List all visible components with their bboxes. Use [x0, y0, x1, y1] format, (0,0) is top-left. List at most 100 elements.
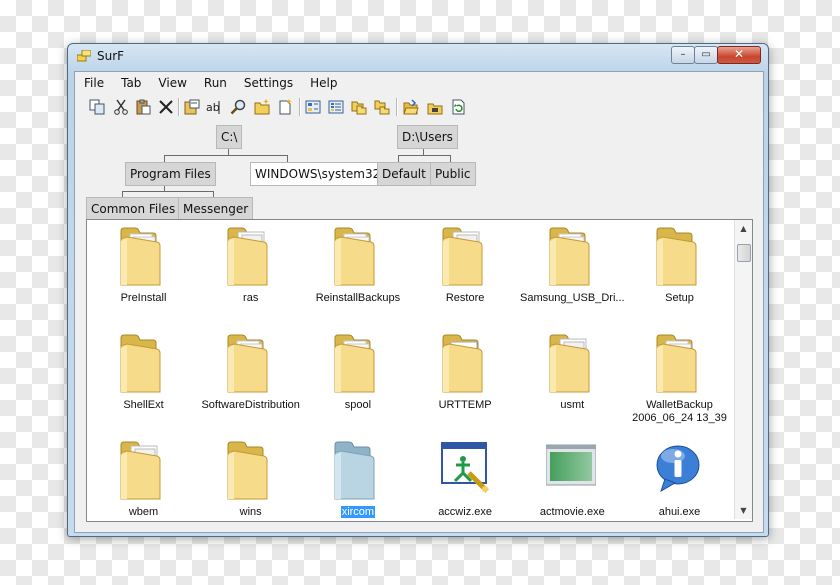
large-icons-icon[interactable]: [351, 99, 367, 115]
file-name: actmovie.exe: [539, 506, 605, 518]
paste-icon[interactable]: [135, 99, 151, 115]
vertical-scrollbar[interactable]: ▲ ▼: [734, 220, 752, 519]
file-item[interactable]: PreInstall: [90, 225, 197, 331]
folder-white-docs-icon: [442, 227, 483, 286]
menu-view[interactable]: View: [149, 72, 194, 94]
accessibility-wizard-icon: [440, 442, 489, 493]
refresh-icon[interactable]: [450, 99, 466, 115]
menu-help[interactable]: Help: [301, 72, 345, 94]
properties-icon[interactable]: [184, 99, 200, 115]
tree-connector: [398, 155, 399, 162]
toolbar: ab: [75, 95, 763, 119]
scroll-up-button[interactable]: ▲: [735, 220, 752, 237]
file-item[interactable]: wins: [197, 439, 304, 521]
maximize-button[interactable]: ▭: [694, 46, 718, 64]
file-item[interactable]: WalletBackup 2006_06_24 13_39: [626, 332, 733, 438]
menu-run[interactable]: Run: [195, 72, 235, 94]
toolbar-separator: [299, 98, 301, 116]
dir-public[interactable]: Public: [430, 162, 476, 186]
client-area: File Tab View Run Settings Help ab C:\ D…: [74, 71, 764, 533]
file-item[interactable]: URTTEMP: [412, 332, 519, 438]
copy-icon[interactable]: [89, 99, 105, 115]
app-icon: [77, 50, 91, 62]
surf-window: SurF – ▭ ✕ File Tab View Run Settings He…: [67, 43, 769, 537]
folder-docs-icon: [227, 334, 268, 393]
file-name: Setup: [665, 292, 694, 304]
file-name: Restore: [445, 292, 485, 304]
delete-icon[interactable]: [158, 99, 174, 115]
folder-white-docs-icon: [549, 334, 590, 393]
dir-default[interactable]: Default: [377, 162, 431, 186]
file-list[interactable]: PreInstall ras ReinstallBackups Restore Sams…: [86, 219, 753, 522]
folder-icon: [120, 334, 161, 393]
folder-icon: [227, 441, 268, 500]
file-item[interactable]: actmovie.exe: [519, 439, 626, 521]
new-folder-icon[interactable]: [254, 99, 270, 115]
file-item[interactable]: SoftwareDistribution: [197, 332, 304, 438]
file-name: spool: [344, 399, 372, 411]
file-name: SoftwareDistribution: [201, 399, 300, 411]
toolbar-separator: [178, 98, 180, 116]
small-icons-icon[interactable]: [374, 99, 390, 115]
dir-c-root[interactable]: C:\: [216, 125, 243, 149]
file-name: ReinstallBackups: [315, 292, 401, 304]
tile-view-icon[interactable]: [305, 99, 321, 115]
file-item[interactable]: accwiz.exe: [412, 439, 519, 521]
file-item[interactable]: ShellExt: [90, 332, 197, 438]
dir-d-users[interactable]: D:\Users: [397, 125, 458, 149]
minimize-button[interactable]: –: [671, 46, 695, 64]
file-item[interactable]: ahui.exe: [626, 439, 733, 521]
file-name: accwiz.exe: [438, 506, 492, 518]
folder-docs-icon: [656, 334, 697, 393]
folder-blue-icon: [334, 441, 375, 500]
folder-up-icon[interactable]: [427, 99, 443, 115]
file-name: ShellExt: [123, 399, 164, 411]
file-item[interactable]: Setup: [626, 225, 733, 331]
file-item[interactable]: xircom: [304, 439, 411, 521]
title-bar[interactable]: SurF – ▭ ✕: [68, 44, 768, 68]
dir-common-files[interactable]: Common Files: [86, 197, 181, 221]
file-name: Samsung_USB_Dri...: [520, 292, 625, 304]
dir-messenger[interactable]: Messenger: [178, 197, 254, 221]
file-item[interactable]: wbem: [90, 439, 197, 521]
file-item[interactable]: usmt: [519, 332, 626, 438]
new-file-icon[interactable]: [277, 99, 293, 115]
dir-program-files[interactable]: Program Files: [125, 162, 216, 186]
menu-tab[interactable]: Tab: [112, 72, 149, 94]
folder-docs-icon: [120, 227, 161, 286]
tree-connector: [287, 155, 288, 162]
search-icon[interactable]: [230, 99, 246, 115]
scroll-thumb[interactable]: [737, 244, 751, 262]
open-folder-icon[interactable]: [403, 99, 419, 115]
scroll-down-button[interactable]: ▼: [735, 502, 752, 519]
rename-icon[interactable]: ab: [206, 99, 222, 115]
menu-file[interactable]: File: [75, 72, 112, 94]
file-item[interactable]: ReinstallBackups: [304, 225, 411, 331]
file-name: usmt: [560, 399, 585, 411]
folder-icon: [656, 227, 697, 286]
file-name: URTTEMP: [438, 399, 492, 411]
svg-text:ab: ab: [206, 101, 220, 114]
file-name: wbem: [128, 506, 159, 518]
file-name: PreInstall: [120, 292, 167, 304]
file-item[interactable]: Samsung_USB_Dri...: [519, 225, 626, 331]
tree-connector: [450, 155, 451, 162]
folder-white-docs-icon: [120, 441, 161, 500]
file-name: ahui.exe: [658, 506, 701, 518]
tree-connector: [398, 155, 450, 156]
toolbar-separator: [396, 98, 398, 116]
cut-icon[interactable]: [113, 99, 129, 115]
file-item[interactable]: ras: [197, 225, 304, 331]
tree-connector: [164, 155, 165, 162]
activemovie-window-icon: [545, 444, 596, 486]
close-button[interactable]: ✕: [717, 46, 761, 64]
list-view-icon[interactable]: [328, 99, 344, 115]
dir-windows-system32[interactable]: WINDOWS\system32: [250, 162, 386, 186]
file-name: ras: [243, 292, 259, 304]
tree-connector: [164, 155, 287, 156]
folder-white-docs-icon: [227, 227, 268, 286]
file-item[interactable]: Restore: [412, 225, 519, 331]
file-item[interactable]: spool: [304, 332, 411, 438]
menu-settings[interactable]: Settings: [235, 72, 301, 94]
folder-docs-icon: [334, 334, 375, 393]
